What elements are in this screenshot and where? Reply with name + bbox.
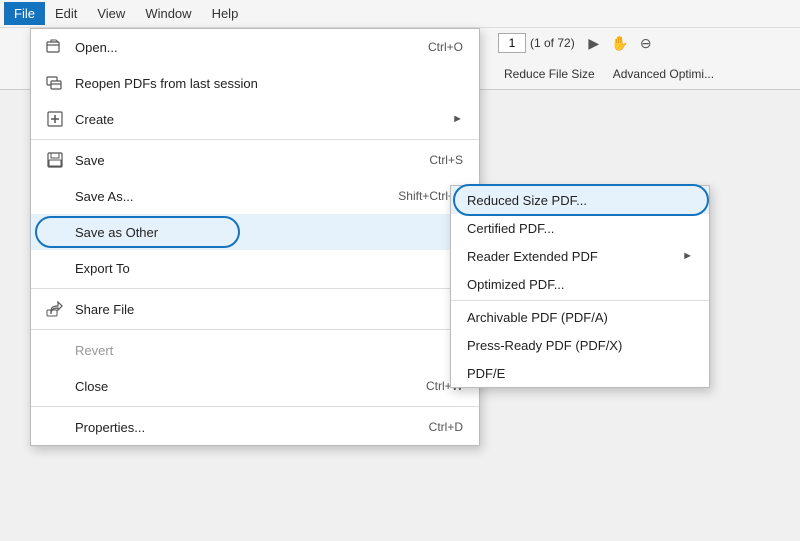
save-as-label: Save As... bbox=[75, 189, 398, 204]
open-shortcut: Ctrl+O bbox=[428, 40, 463, 54]
menu-item-share-file[interactable]: Share File bbox=[31, 291, 479, 327]
menu-item-reopen[interactable]: Reopen PDFs from last session bbox=[31, 65, 479, 101]
page-nav: (1 of 72) bbox=[498, 33, 575, 53]
export-to-label: Export To bbox=[75, 261, 444, 276]
cursor-icon[interactable]: ▶ bbox=[583, 32, 605, 54]
menu-item-create[interactable]: Create ► bbox=[31, 101, 479, 137]
reduce-file-size-btn[interactable]: Reduce File Size bbox=[498, 64, 601, 84]
menu-bar: File Edit View Window Help bbox=[0, 0, 800, 28]
reader-extended-pdf-label: Reader Extended PDF bbox=[467, 249, 682, 264]
submenu-item-press-ready-pdf[interactable]: Press-Ready PDF (PDF/X) bbox=[451, 331, 709, 359]
pdf-e-label: PDF/E bbox=[467, 366, 693, 381]
page-number-input[interactable] bbox=[498, 33, 526, 53]
optimized-pdf-label: Optimized PDF... bbox=[467, 277, 693, 292]
close-label: Close bbox=[75, 379, 426, 394]
menu-help[interactable]: Help bbox=[202, 2, 249, 25]
reader-extended-arrow: ► bbox=[682, 250, 693, 262]
certified-pdf-label: Certified PDF... bbox=[467, 221, 693, 236]
file-menu-dropdown: Open... Ctrl+O Reopen PDFs from last ses… bbox=[30, 28, 480, 446]
menu-file[interactable]: File bbox=[4, 2, 45, 25]
toolbar-nav-icons: ▶ ✋ ⊖ bbox=[583, 32, 657, 54]
page-total: (1 of 72) bbox=[530, 36, 575, 50]
save-as-other-submenu: Reduced Size PDF... Certified PDF... Rea… bbox=[450, 185, 710, 388]
share-icon bbox=[43, 297, 67, 321]
submenu-item-pdf-e[interactable]: PDF/E bbox=[451, 359, 709, 387]
menu-item-export-to[interactable]: Export To ► bbox=[31, 250, 479, 286]
create-label: Create bbox=[75, 112, 444, 127]
menu-view[interactable]: View bbox=[87, 2, 135, 25]
save-as-other-label: Save as Other bbox=[75, 225, 444, 240]
app-window: File Edit View Window Help (1 of 72) ▶ ✋… bbox=[0, 0, 800, 541]
advanced-optimize-label: Advanced Optimi... bbox=[613, 67, 714, 81]
toolbar-secondary: (1 of 72) ▶ ✋ ⊖ bbox=[490, 28, 800, 58]
save-as-other-icon-placeholder bbox=[43, 220, 67, 244]
revert-label: Revert bbox=[75, 343, 463, 358]
save-as-icon-placeholder bbox=[43, 184, 67, 208]
menu-item-revert: Revert bbox=[31, 332, 479, 368]
menu-edit[interactable]: Edit bbox=[45, 2, 87, 25]
separator-3 bbox=[31, 329, 479, 330]
zoom-out-icon[interactable]: ⊖ bbox=[635, 32, 657, 54]
menu-item-properties[interactable]: Properties... Ctrl+D bbox=[31, 409, 479, 445]
submenu-item-optimized-pdf[interactable]: Optimized PDF... bbox=[451, 270, 709, 298]
properties-icon-placeholder bbox=[43, 415, 67, 439]
save-label: Save bbox=[75, 153, 429, 168]
reduced-size-pdf-label: Reduced Size PDF... bbox=[467, 193, 693, 208]
separator-4 bbox=[31, 406, 479, 407]
menu-window[interactable]: Window bbox=[135, 2, 201, 25]
separator-2 bbox=[31, 288, 479, 289]
save-shortcut: Ctrl+S bbox=[429, 153, 463, 167]
hand-icon[interactable]: ✋ bbox=[609, 32, 631, 54]
reduce-file-size-label: Reduce File Size bbox=[504, 67, 595, 81]
menu-item-save[interactable]: Save Ctrl+S bbox=[31, 142, 479, 178]
open-label: Open... bbox=[75, 40, 428, 55]
separator-1 bbox=[31, 139, 479, 140]
submenu-item-reduced-size-pdf[interactable]: Reduced Size PDF... bbox=[451, 186, 709, 214]
revert-icon-placeholder bbox=[43, 338, 67, 362]
submenu-item-archivable-pdf[interactable]: Archivable PDF (PDF/A) bbox=[451, 303, 709, 331]
press-ready-pdf-label: Press-Ready PDF (PDF/X) bbox=[467, 338, 693, 353]
export-icon-placeholder bbox=[43, 256, 67, 280]
open-icon bbox=[43, 35, 67, 59]
save-icon bbox=[43, 148, 67, 172]
create-icon bbox=[43, 107, 67, 131]
submenu-item-reader-extended-pdf[interactable]: Reader Extended PDF ► bbox=[451, 242, 709, 270]
submenu-separator-1 bbox=[451, 300, 709, 301]
properties-shortcut: Ctrl+D bbox=[429, 420, 463, 434]
menu-item-open[interactable]: Open... Ctrl+O bbox=[31, 29, 479, 65]
share-file-label: Share File bbox=[75, 302, 463, 317]
menu-item-close[interactable]: Close Ctrl+W bbox=[31, 368, 479, 404]
reopen-label: Reopen PDFs from last session bbox=[75, 76, 463, 91]
reopen-icon bbox=[43, 71, 67, 95]
menu-item-save-as-other[interactable]: Save as Other ► bbox=[31, 214, 479, 250]
properties-label: Properties... bbox=[75, 420, 429, 435]
create-arrow: ► bbox=[452, 113, 463, 125]
toolbar-right: Reduce File Size Advanced Optimi... bbox=[490, 58, 800, 90]
submenu-item-certified-pdf[interactable]: Certified PDF... bbox=[451, 214, 709, 242]
archivable-pdf-label: Archivable PDF (PDF/A) bbox=[467, 310, 693, 325]
advanced-optimize-btn[interactable]: Advanced Optimi... bbox=[607, 64, 720, 84]
close-icon-placeholder bbox=[43, 374, 67, 398]
menu-item-save-as[interactable]: Save As... Shift+Ctrl+S bbox=[31, 178, 479, 214]
